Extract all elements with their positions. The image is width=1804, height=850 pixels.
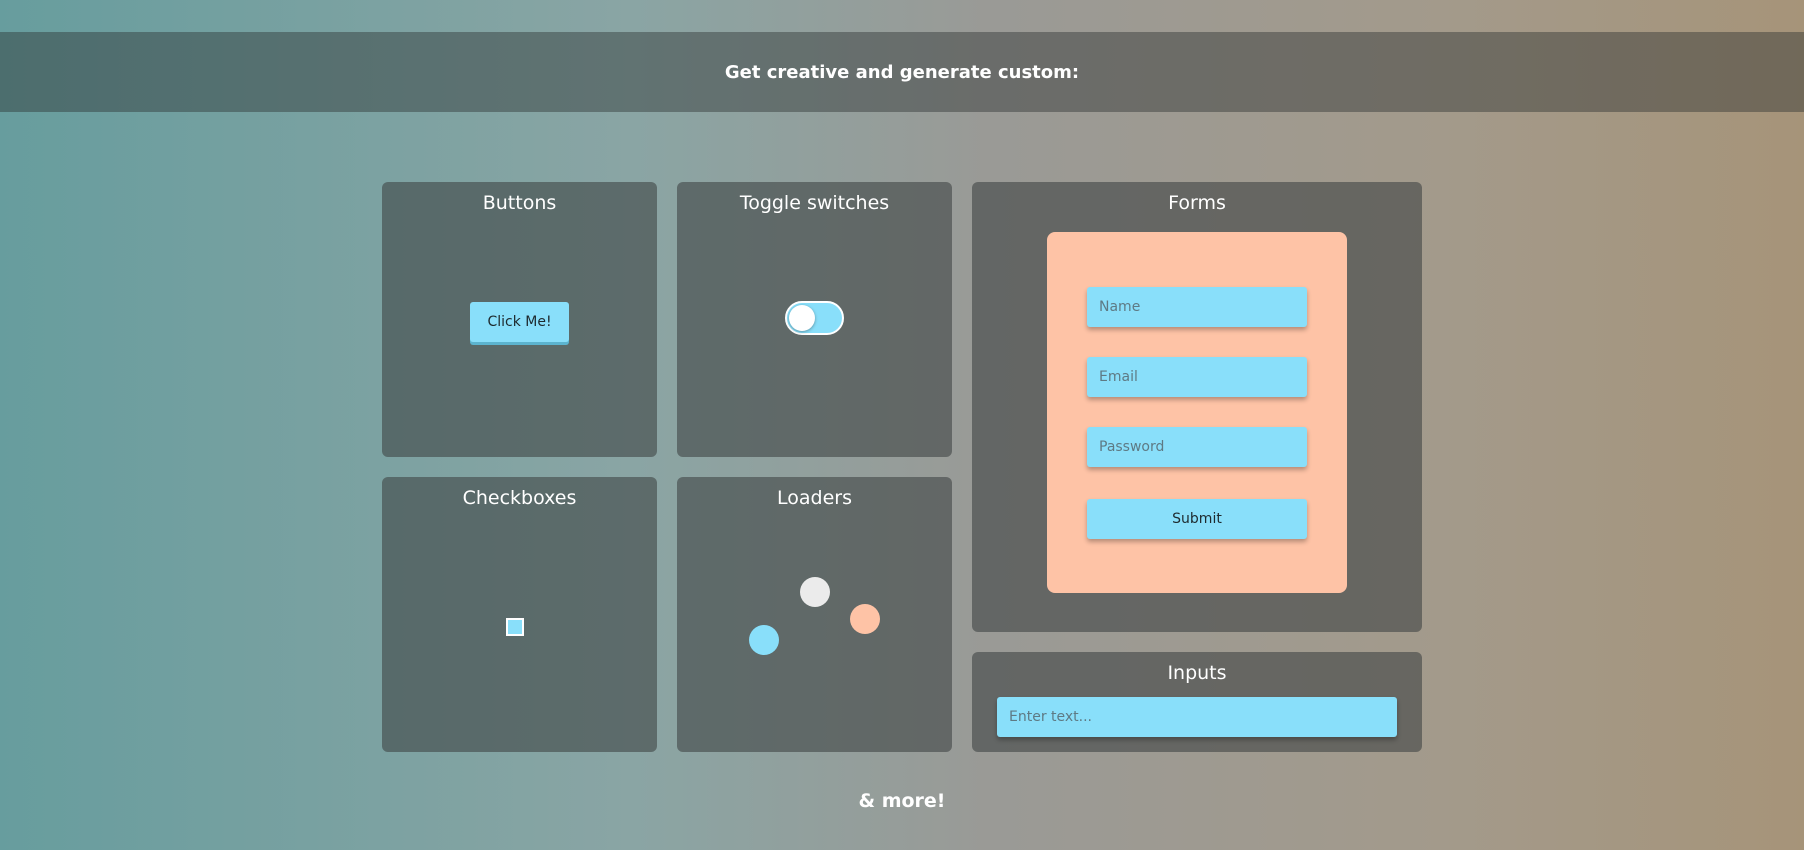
inputs-card: Inputs (972, 652, 1422, 752)
loader-dot-white (800, 577, 830, 607)
toggle-knob (789, 305, 815, 331)
toggle-switch[interactable] (785, 301, 844, 335)
form-panel: Submit (1047, 232, 1347, 593)
checkboxes-card-title: Checkboxes (462, 487, 577, 509)
loader-dot-peach (850, 604, 880, 634)
footer-more-text: & more! (858, 790, 946, 812)
buttons-card-title: Buttons (482, 192, 557, 214)
text-input[interactable] (997, 697, 1397, 737)
loaders-card: Loaders (677, 477, 952, 752)
click-me-button[interactable]: Click Me! (470, 302, 569, 342)
toggles-card: Toggle switches (677, 182, 952, 457)
header-title: Get creative and generate custom: (724, 61, 1080, 83)
name-input[interactable] (1087, 287, 1307, 327)
submit-button[interactable]: Submit (1087, 499, 1307, 539)
loaders-card-title: Loaders (777, 487, 852, 509)
inputs-card-title: Inputs (1167, 662, 1227, 684)
header-banner: Get creative and generate custom: (0, 32, 1804, 112)
forms-card-title: Forms (1168, 192, 1226, 214)
checkbox[interactable] (506, 618, 524, 636)
forms-card: Forms Submit (972, 182, 1422, 632)
toggles-card-title: Toggle switches (739, 192, 890, 214)
email-input[interactable] (1087, 357, 1307, 397)
password-input[interactable] (1087, 427, 1307, 467)
checkboxes-card: Checkboxes (382, 477, 657, 752)
loader-dot-blue (749, 625, 779, 655)
buttons-card: Buttons Click Me! (382, 182, 657, 457)
